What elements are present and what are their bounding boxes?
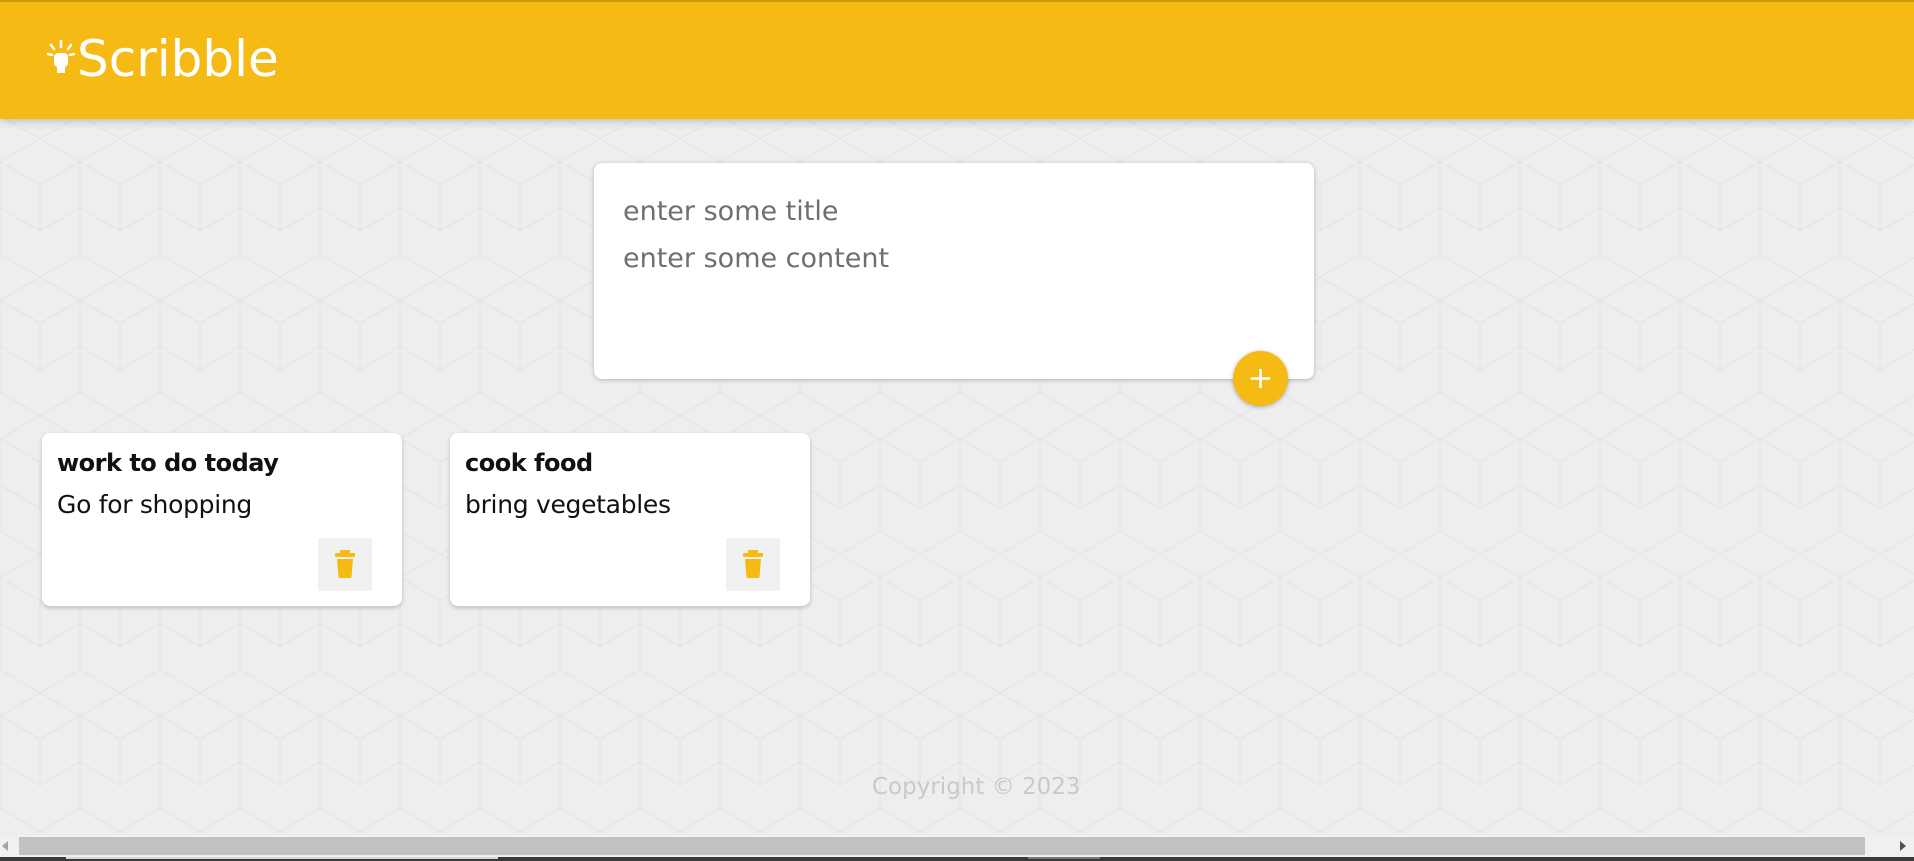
add-note-button[interactable] xyxy=(1233,351,1288,406)
window-bottom-edge xyxy=(0,857,1914,861)
plus-icon xyxy=(1250,368,1271,389)
copyright-text: Copyright © 2023 xyxy=(872,774,1081,800)
note-title: cook food xyxy=(465,449,593,477)
note-content: Go for shopping xyxy=(57,490,252,519)
create-note-form xyxy=(594,163,1314,379)
lightbulb-icon xyxy=(45,39,76,79)
trash-icon xyxy=(743,550,763,578)
note-content: bring vegetables xyxy=(465,490,671,519)
scroll-right-icon[interactable] xyxy=(1900,841,1906,851)
scrollbar-thumb[interactable] xyxy=(19,837,1865,855)
app-logo[interactable]: Scribble xyxy=(45,28,279,90)
note-card: work to do today Go for shopping xyxy=(42,433,402,606)
note-card: cook food bring vegetables xyxy=(450,433,810,606)
app-header: Scribble xyxy=(0,0,1914,119)
delete-note-button[interactable] xyxy=(318,538,372,591)
delete-note-button[interactable] xyxy=(726,538,780,591)
note-title: work to do today xyxy=(57,449,279,477)
app-title: Scribble xyxy=(77,30,279,88)
note-title-input[interactable] xyxy=(623,191,1283,231)
background-hex-pattern xyxy=(0,0,1914,861)
note-content-input[interactable] xyxy=(623,239,1283,329)
trash-icon xyxy=(335,550,355,578)
horizontal-scrollbar[interactable] xyxy=(0,835,1914,857)
top-border xyxy=(0,0,1914,2)
scroll-left-icon[interactable] xyxy=(2,841,8,851)
